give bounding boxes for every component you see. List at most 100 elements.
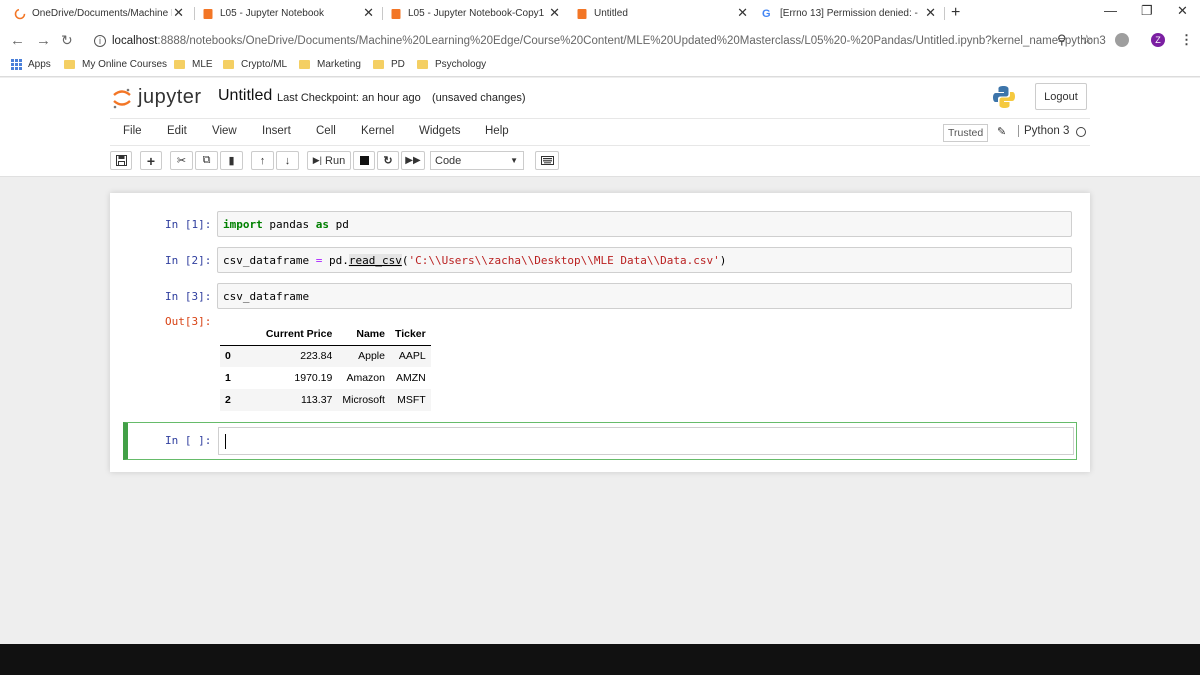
restore-icon[interactable]: ❐ — [1141, 3, 1153, 19]
close-icon[interactable]: ✕ — [363, 5, 374, 21]
checkpoint-status: Last Checkpoint: an hour ago — [277, 92, 421, 104]
row-index: 1 — [225, 372, 231, 384]
bookmark-pd[interactable]: PD — [373, 59, 405, 70]
restart-run-all-button[interactable]: ▶▶ — [401, 151, 425, 170]
logout-button[interactable]: Logout — [1035, 83, 1087, 110]
code-token: pd. — [322, 254, 349, 267]
dataframe-output: Current Price Name Ticker 0 223.84 Apple… — [220, 323, 431, 411]
insert-cell-button[interactable]: + — [140, 151, 162, 170]
tab-errno-search[interactable]: G [Errno 13] Permission denied: - G ✕ — [762, 2, 942, 25]
tab-l05-notebook-copy[interactable]: L05 - Jupyter Notebook-Copy1 ✕ — [390, 2, 566, 25]
active-cell[interactable]: In [ ]: — [123, 422, 1077, 460]
bookmark-apps[interactable]: Apps — [11, 59, 51, 70]
tab-l05-notebook[interactable]: L05 - Jupyter Notebook ✕ — [202, 2, 380, 25]
plus-icon: + — [146, 152, 156, 169]
kernel-name[interactable]: Python 3 — [1018, 125, 1069, 137]
python-logo-icon — [993, 86, 1015, 108]
bookmark-psychology[interactable]: Psychology — [417, 59, 486, 70]
close-icon[interactable]: ✕ — [549, 5, 560, 21]
zoom-icon[interactable]: ⚲ — [1057, 32, 1067, 48]
tab-onedrive[interactable]: OneDrive/Documents/Machine L ✕ — [14, 2, 190, 25]
keyboard-icon — [540, 156, 554, 165]
cut-button[interactable]: ✂ — [170, 151, 193, 170]
menubar: File Edit View Insert Cell Kernel Widget… — [110, 118, 1090, 146]
google-icon: G — [762, 7, 771, 20]
bookmark-label: My Online Courses — [82, 59, 168, 70]
paste-button[interactable]: ▮ — [220, 151, 243, 170]
bookmark-crypto-ml[interactable]: Crypto/ML — [223, 59, 287, 70]
autosave-status: (unsaved changes) — [432, 92, 526, 104]
profile-avatar[interactable]: Z — [1151, 33, 1165, 47]
move-up-button[interactable]: ↑ — [251, 151, 274, 170]
cell-2-input[interactable]: csv_dataframe = pd.read_csv('C:\\Users\\… — [217, 247, 1072, 273]
jupyter-logo[interactable]: jupyter — [112, 86, 202, 109]
apps-grid-icon — [11, 59, 22, 70]
cell-ticker: AMZN — [395, 372, 426, 384]
window-close-icon[interactable]: ✕ — [1177, 3, 1188, 19]
menu-help[interactable]: Help — [485, 125, 509, 137]
trusted-indicator[interactable]: Trusted — [943, 124, 989, 142]
menu-kebab-icon[interactable]: ⋮ — [1180, 32, 1193, 48]
back-icon[interactable]: ← — [10, 32, 25, 49]
menu-cell[interactable]: Cell — [316, 125, 336, 137]
close-icon[interactable]: ✕ — [737, 5, 748, 21]
cell-4-input[interactable] — [218, 427, 1074, 455]
column-header: Ticker — [389, 323, 431, 346]
address-row: ← → ↻ i localhost:8888/notebooks/OneDriv… — [0, 27, 1200, 55]
bookmark-my-online-courses[interactable]: My Online Courses — [64, 59, 167, 70]
cell-type-select[interactable]: Code ▼ — [430, 151, 524, 170]
kernel-status-idle-icon — [1076, 127, 1086, 137]
menu-edit[interactable]: Edit — [167, 125, 187, 137]
code-token: ) — [719, 254, 727, 267]
menu-view[interactable]: View — [212, 125, 237, 137]
bookmark-marketing[interactable]: Marketing — [299, 59, 361, 70]
reload-icon[interactable]: ↻ — [61, 32, 73, 49]
site-info-icon[interactable]: i — [94, 35, 106, 47]
code-token: import — [223, 218, 263, 231]
interrupt-button[interactable] — [353, 151, 375, 170]
tab-title: Untitled — [594, 8, 628, 19]
bookmark-label: Apps — [28, 59, 51, 70]
command-palette-button[interactable] — [535, 151, 559, 170]
menu-widgets[interactable]: Widgets — [419, 125, 461, 137]
extension-icon[interactable] — [1115, 33, 1129, 47]
cell-ticker: AAPL — [398, 350, 426, 363]
minimize-icon[interactable]: — — [1104, 3, 1117, 18]
run-button[interactable]: ▶| Run — [307, 151, 351, 170]
close-icon[interactable]: ✕ — [173, 5, 184, 21]
bookmark-star-icon[interactable]: ☆ — [1081, 32, 1093, 48]
jupyter-logo-icon — [113, 88, 131, 108]
save-button[interactable] — [110, 151, 132, 170]
paste-icon: ▮ — [228, 155, 235, 167]
forward-icon[interactable]: → — [36, 32, 51, 49]
menu-insert[interactable]: Insert — [262, 125, 291, 137]
table-row: 0 223.84 Apple AAPL — [220, 345, 431, 367]
cell-1-input[interactable]: import pandas as pd — [217, 211, 1072, 237]
menu-file[interactable]: File — [123, 125, 142, 137]
column-header: Name — [337, 323, 390, 346]
cell-4-prompt: In [ ]: — [165, 434, 212, 447]
cell-2-prompt: In [2]: — [165, 254, 212, 267]
move-down-button[interactable]: ↓ — [276, 151, 299, 170]
bottom-bar — [0, 644, 1200, 675]
restart-button[interactable]: ↻ — [377, 151, 399, 170]
code-token: pandas — [262, 218, 316, 231]
edit-pencil-icon[interactable]: ✎ — [997, 125, 1006, 138]
tab-untitled[interactable]: Untitled ✕ — [568, 2, 754, 25]
new-tab-button[interactable]: + — [951, 4, 960, 22]
cell-1-prompt: In [1]: — [165, 218, 212, 231]
cell-3-input[interactable]: csv_dataframe — [217, 283, 1072, 309]
notebook-name[interactable]: Untitled — [218, 87, 272, 105]
bookmark-mle[interactable]: MLE — [174, 59, 213, 70]
copy-button[interactable]: ⧉ — [195, 151, 218, 170]
table-row: 2 113.37 Microsoft MSFT — [220, 389, 431, 411]
cell-name: Microsoft — [342, 394, 385, 406]
tab-title: L05 - Jupyter Notebook — [220, 8, 324, 19]
url-bar[interactable]: i localhost:8888/notebooks/OneDrive/Docu… — [84, 30, 1110, 52]
code-token: csv_dataframe — [223, 290, 310, 303]
arrow-down-icon: ↓ — [284, 154, 291, 167]
column-header: Current Price — [260, 323, 338, 346]
menu-kernel[interactable]: Kernel — [361, 125, 394, 137]
stop-icon — [359, 156, 369, 165]
close-icon[interactable]: ✕ — [925, 5, 936, 21]
